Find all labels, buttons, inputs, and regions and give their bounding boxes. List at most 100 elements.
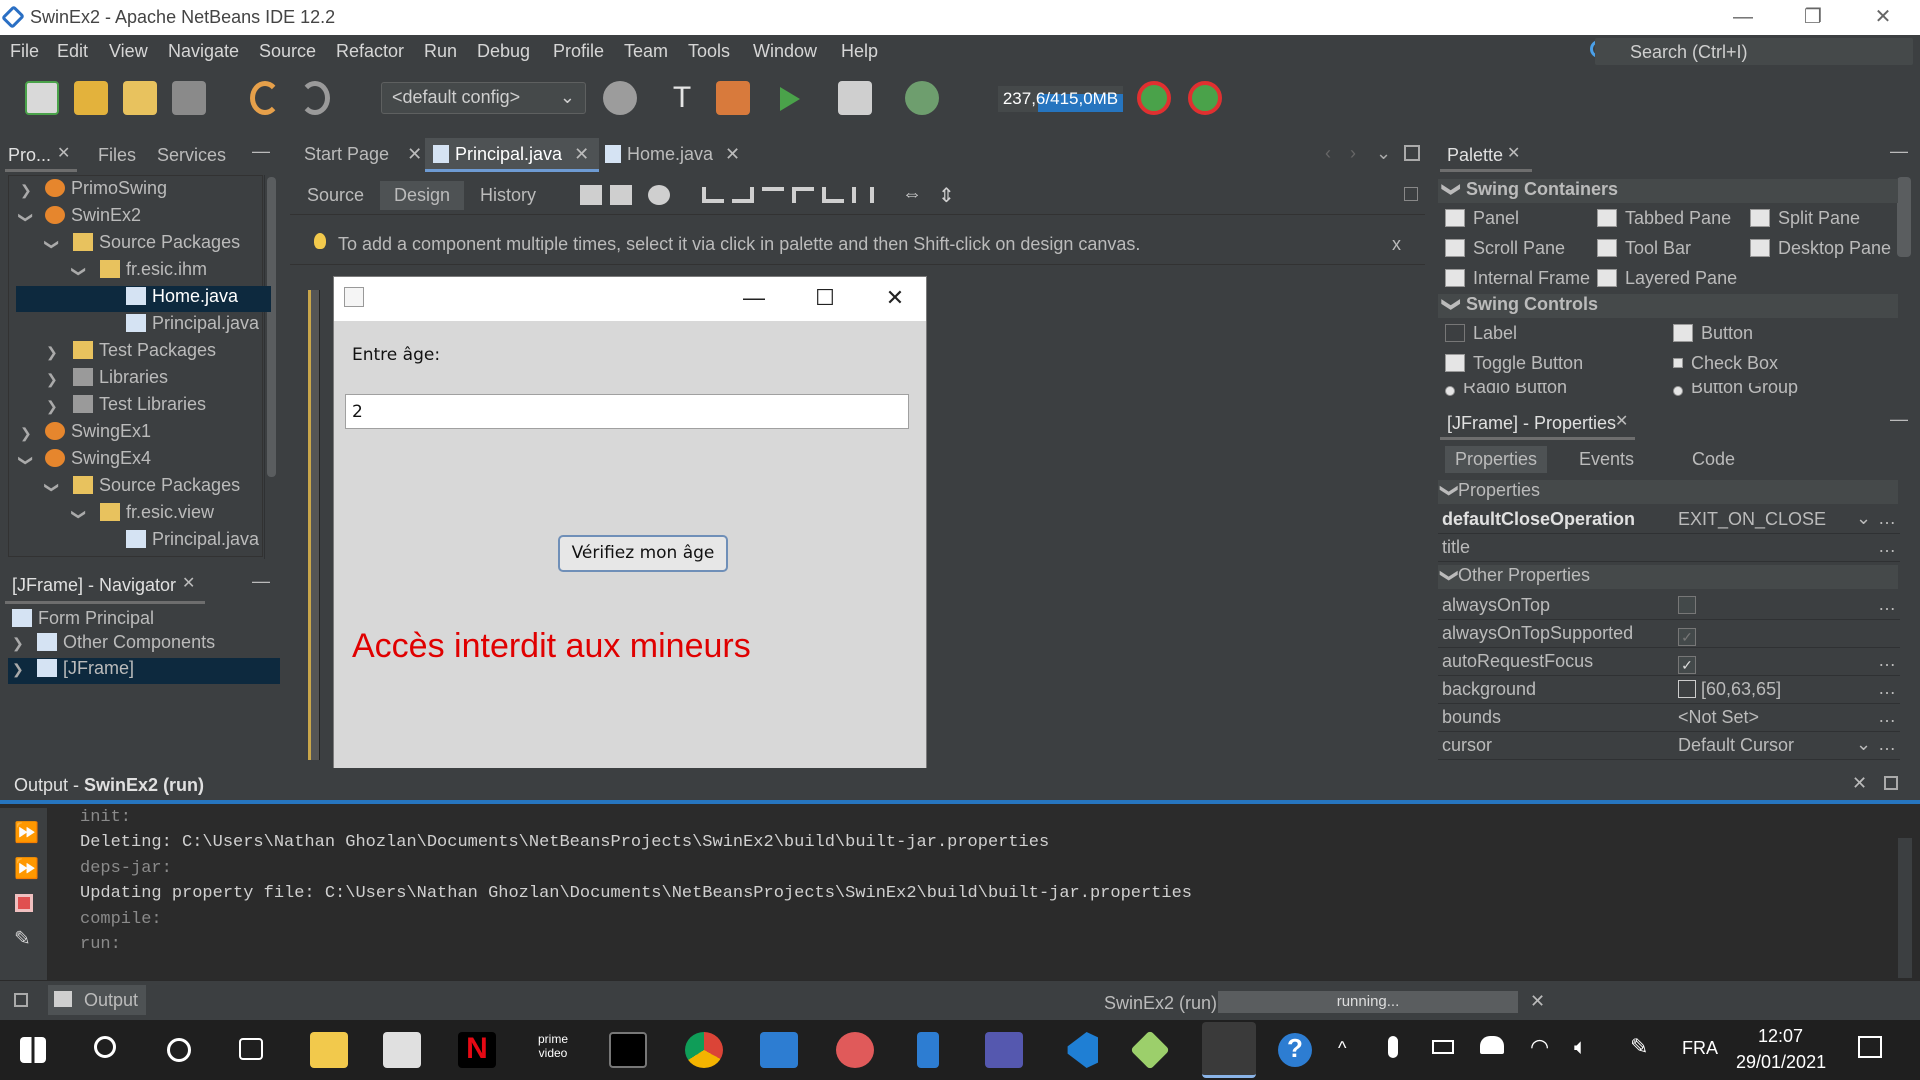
tab-home-java[interactable]: Home.java ✕ (605, 138, 740, 172)
resize-vertical-icon[interactable]: ⇕ (938, 183, 955, 208)
tab-start-page[interactable]: Start Page ✕ (304, 138, 422, 172)
subtab-design[interactable]: Design (380, 181, 465, 210)
palette-tool-bar[interactable]: Tool Bar (1597, 238, 1691, 259)
palette-label[interactable]: Label (1445, 323, 1517, 344)
palette-button-group[interactable]: Button Group (1673, 383, 1798, 396)
prop-row-background[interactable]: background [60,63,65]… (1438, 676, 1900, 704)
palette-internal-frame[interactable]: Internal Frame (1445, 268, 1590, 289)
stop-icon[interactable] (15, 894, 33, 912)
browser-globe-icon[interactable] (603, 81, 637, 115)
onedrive-upload-icon[interactable] (1480, 1036, 1504, 1054)
toggle-panels-icon[interactable] (14, 993, 28, 1007)
prop-row-always-on-top[interactable]: alwaysOnTop… (1438, 592, 1900, 620)
close-button[interactable]: ✕ (1853, 2, 1913, 32)
preview-design-icon[interactable] (648, 185, 670, 205)
prop-value-input[interactable] (1678, 537, 1898, 561)
rerun-icon[interactable]: ⏩ (14, 820, 39, 845)
menu-run[interactable]: Run (424, 41, 457, 62)
clock-time[interactable]: 12:07 (1758, 1026, 1803, 1047)
language-indicator[interactable]: FRA (1682, 1038, 1718, 1059)
java-maximize-button[interactable]: ☐ (800, 283, 850, 313)
project-swingex1[interactable]: SwingEx1 (45, 421, 151, 447)
connection-mode-icon[interactable] (610, 185, 632, 205)
always-on-top-checkbox[interactable] (1678, 596, 1696, 614)
chevron-down-icon[interactable]: ⌄ (1856, 734, 1871, 755)
close-output-icon[interactable]: ✕ (1852, 773, 1867, 794)
minimize-button[interactable]: — (1713, 2, 1773, 32)
menu-help[interactable]: Help (841, 41, 878, 62)
nav-other-components[interactable]: Other Components (37, 632, 215, 658)
subtab-source[interactable]: Source (307, 185, 364, 206)
cancel-task-icon[interactable]: ✕ (1530, 991, 1545, 1012)
close-tab-icon[interactable]: ✕ (574, 144, 589, 164)
wifi-icon[interactable]: ◠ (1530, 1034, 1549, 1060)
palette-check-box[interactable]: Check Box (1673, 353, 1778, 374)
restore-button[interactable]: ❐ (1783, 2, 1843, 32)
netflix-icon[interactable]: N (458, 1032, 496, 1068)
open-project-icon[interactable] (123, 81, 157, 115)
prime-video-icon[interactable]: prime video (534, 1032, 572, 1068)
menu-team[interactable]: Team (624, 41, 668, 62)
gc-icon[interactable] (1137, 81, 1171, 115)
search-input[interactable]: Search (Ctrl+I) (1595, 38, 1913, 65)
center-vertically-icon[interactable] (852, 187, 874, 203)
palette-toggle-button[interactable]: Toggle Button (1445, 353, 1583, 374)
new-file-icon[interactable] (25, 81, 59, 115)
vscode-icon[interactable] (1067, 1032, 1098, 1068)
palette-button[interactable]: Button (1673, 323, 1753, 344)
teams-icon[interactable] (985, 1032, 1023, 1068)
prop-value[interactable]: <Not Set> (1678, 707, 1898, 731)
palette-tabbed-pane[interactable]: Tabbed Pane (1597, 208, 1731, 229)
settings-wrench-icon[interactable]: ✎ (14, 926, 31, 951)
chevron-right-icon[interactable]: ❯ (20, 182, 32, 199)
scroll-left-icon[interactable]: ‹ (1325, 143, 1331, 164)
redo-icon[interactable] (300, 81, 330, 115)
chevron-down-icon[interactable]: ❯ (17, 455, 34, 467)
prop-row-title[interactable]: title… (1438, 534, 1900, 562)
search-icon[interactable] (94, 1036, 116, 1058)
build-hammer-icon[interactable]: T (665, 81, 699, 115)
menu-navigate[interactable]: Navigate (168, 41, 239, 62)
terminal-icon[interactable] (609, 1032, 647, 1068)
project-swinex2[interactable]: SwinEx2 (45, 205, 141, 231)
run-icon[interactable] (780, 87, 800, 111)
java-app-icon[interactable] (1202, 1022, 1256, 1078)
show-hidden-icons[interactable]: ^ (1338, 1038, 1346, 1059)
tab-files[interactable]: Files (98, 145, 136, 166)
battery-icon[interactable] (1432, 1040, 1454, 1054)
file-explorer-icon[interactable] (310, 1032, 348, 1068)
project-swingex4[interactable]: SwingEx4 (45, 448, 151, 474)
menu-file[interactable]: File (10, 41, 39, 62)
pen-icon[interactable]: ✎ (1630, 1034, 1648, 1060)
minimize-properties-icon[interactable]: — (1890, 409, 1908, 430)
chevron-right-icon[interactable]: ❯ (12, 661, 24, 678)
tab-properties[interactable]: Properties (1445, 446, 1548, 473)
clean-build-icon[interactable] (716, 81, 750, 115)
netbeans-icon[interactable] (1130, 1030, 1170, 1070)
clock-date[interactable]: 29/01/2021 (1736, 1052, 1826, 1073)
scroll-right-icon[interactable]: › (1350, 143, 1356, 164)
chevron-down-icon[interactable]: ❯ (43, 239, 60, 251)
scrollbar[interactable] (264, 175, 278, 559)
file-principal-java[interactable]: Principal.java (126, 313, 259, 339)
section-other-properties[interactable]: ❯ Other Properties (1438, 565, 1898, 589)
prop-row-bounds[interactable]: bounds <Not Set>… (1438, 704, 1900, 732)
menu-window[interactable]: Window (753, 41, 817, 62)
libraries[interactable]: Libraries (73, 367, 168, 393)
project-primoswing[interactable]: PrimoSwing (45, 178, 167, 204)
source-packages[interactable]: Source Packages (73, 232, 240, 258)
float-output-icon[interactable] (1884, 776, 1898, 790)
java-close-button[interactable]: ✕ (870, 283, 920, 313)
profile-icon[interactable] (905, 81, 939, 115)
center-horizontally-icon[interactable] (762, 187, 784, 203)
section-swing-controls[interactable]: ❯ Swing Controls (1438, 294, 1898, 318)
profiler-snapshot-icon[interactable] (1188, 81, 1222, 115)
test-libraries[interactable]: Test Libraries (73, 394, 206, 420)
align-top-icon[interactable] (792, 187, 814, 203)
palette-desktop-pane[interactable]: Desktop Pane (1750, 238, 1891, 259)
chrome-icon[interactable] (685, 1032, 723, 1068)
prop-ellipsis-button[interactable]: … (1878, 650, 1896, 671)
prop-ellipsis-button[interactable]: … (1878, 508, 1896, 529)
minimize-palette-icon[interactable]: — (1890, 141, 1908, 162)
chevron-down-icon[interactable]: ⌄ (1856, 508, 1871, 529)
